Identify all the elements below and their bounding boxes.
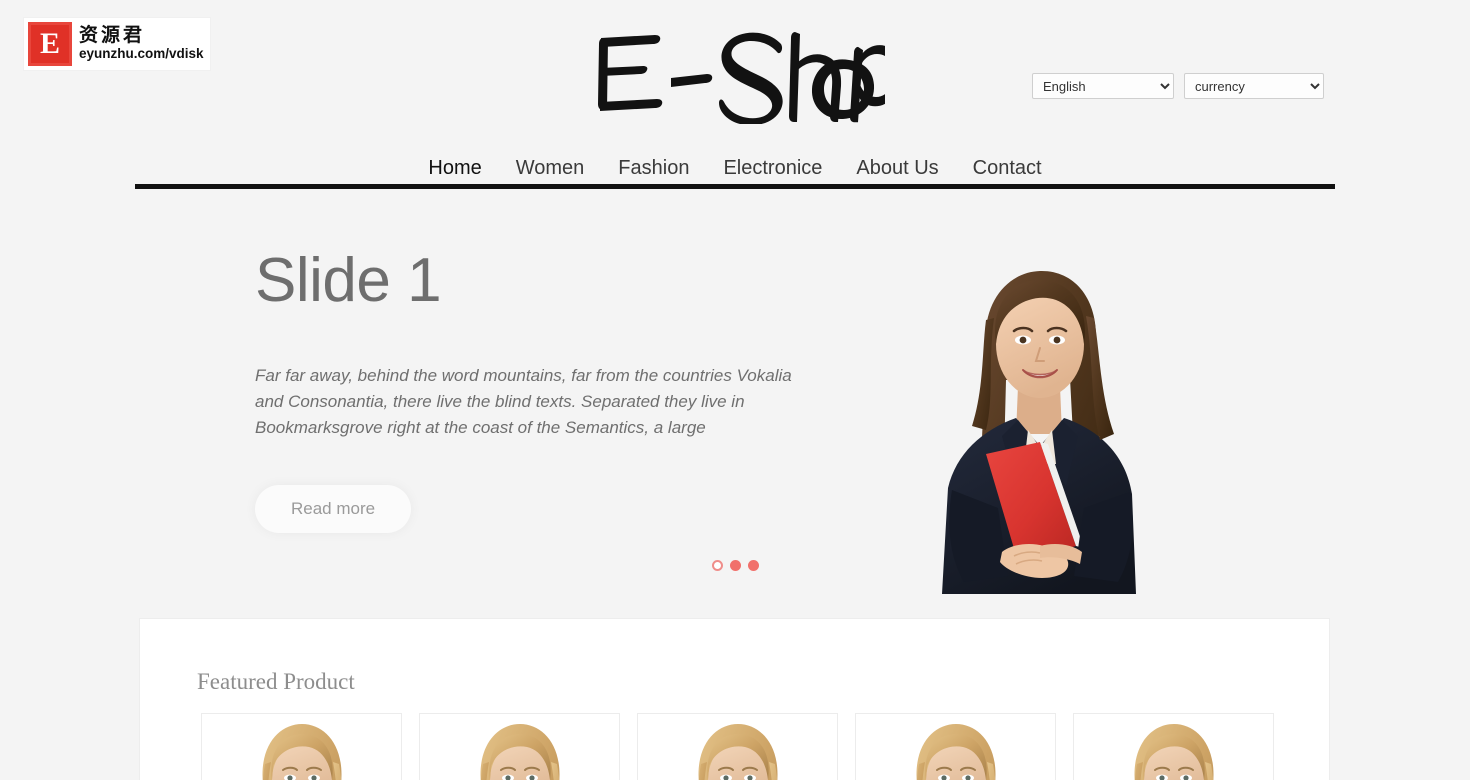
watermark-url-text: eyunzhu.com/vdisk (79, 46, 204, 62)
nav-item-home[interactable]: Home (411, 150, 498, 186)
main-navigation: Home Women Fashion Electronice About Us … (135, 150, 1335, 186)
currency-select[interactable]: currency (1184, 73, 1324, 99)
slider-dot-2[interactable] (730, 560, 741, 571)
blonde-model-photo-icon (880, 718, 1031, 780)
product-card[interactable] (1073, 713, 1274, 780)
nav-divider (135, 184, 1335, 189)
hero-description: Far far away, behind the word mountains,… (255, 366, 792, 438)
watermark-text: 资源君 eyunzhu.com/vdisk (79, 24, 204, 62)
nav-item-fashion[interactable]: Fashion (601, 150, 706, 186)
hero-text-block: Slide 1 Far far away, behind the word mo… (255, 246, 815, 534)
blonde-model-photo-icon (444, 718, 595, 780)
nav-list: Home Women Fashion Electronice About Us … (411, 150, 1058, 186)
read-more-button[interactable]: Read more (255, 485, 412, 534)
watermark-badge-icon: E (28, 22, 72, 66)
product-card[interactable] (419, 713, 620, 780)
page-root: E 资源君 eyunzhu.com/vdisk English currency… (0, 0, 1470, 780)
watermark-logo: E 资源君 eyunzhu.com/vdisk (24, 18, 210, 70)
hero-title: Slide 1 (255, 246, 442, 315)
slider-dot-3[interactable] (748, 560, 759, 571)
featured-product-title: Featured Product (197, 669, 355, 694)
nav-item-about-us[interactable]: About Us (839, 150, 955, 186)
featured-product-list (140, 695, 1329, 780)
hero-slider: Slide 1 Far far away, behind the word mo… (0, 200, 1470, 600)
watermark-chinese-text: 资源君 (79, 24, 146, 47)
product-card[interactable] (201, 713, 402, 780)
brand-wordmark-icon (598, 32, 885, 124)
nav-item-women[interactable]: Women (499, 150, 602, 186)
slider-dot-1[interactable] (712, 560, 723, 571)
watermark-badge-letter: E (39, 27, 60, 60)
blonde-model-photo-icon (1098, 718, 1249, 780)
hero-model-image (890, 258, 1190, 594)
featured-product-panel: Featured Product (139, 618, 1330, 780)
slider-dots (712, 560, 759, 571)
nav-item-contact[interactable]: Contact (956, 150, 1059, 186)
blonde-model-photo-icon (226, 718, 377, 780)
businesswoman-illustration-icon (942, 270, 1136, 594)
selector-group: English currency (1032, 73, 1324, 99)
nav-item-electronice[interactable]: Electronice (706, 150, 839, 186)
product-card[interactable] (855, 713, 1056, 780)
blonde-model-photo-icon (662, 718, 813, 780)
language-select[interactable]: English (1032, 73, 1174, 99)
product-card[interactable] (637, 713, 838, 780)
